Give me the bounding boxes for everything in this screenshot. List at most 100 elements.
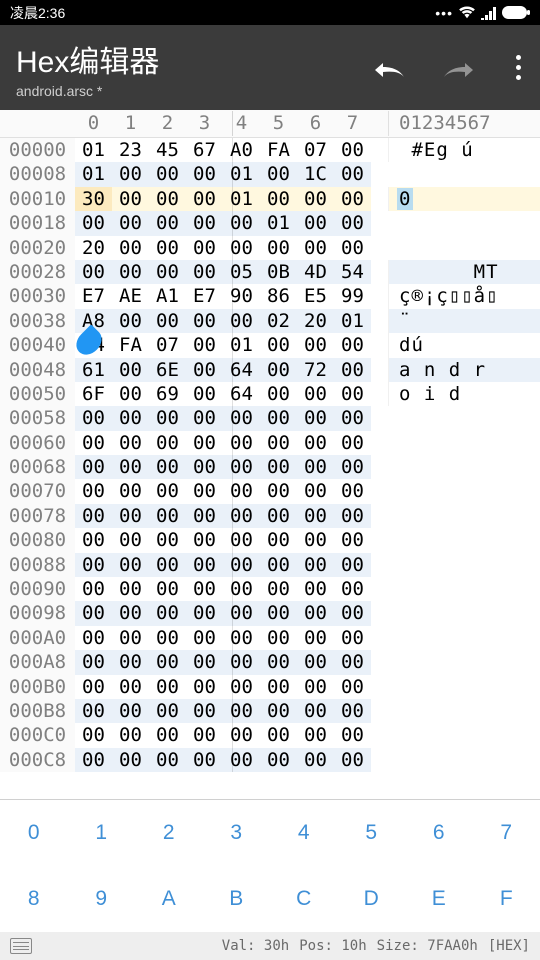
hex-byte[interactable]: 20	[297, 309, 334, 333]
ascii-cell[interactable]: MT	[388, 260, 540, 284]
hex-byte[interactable]: 02	[260, 309, 297, 333]
hex-byte[interactable]: 00	[297, 406, 334, 430]
hex-byte[interactable]: 00	[260, 748, 297, 772]
hex-byte[interactable]: 00	[223, 236, 260, 260]
hex-byte[interactable]: 00	[223, 626, 260, 650]
hex-row[interactable]: 000B80000000000000000	[0, 699, 540, 723]
hex-byte[interactable]: 00	[75, 675, 112, 699]
hex-byte[interactable]: 07	[297, 138, 334, 162]
hex-row[interactable]: 0000001234567A0FA0700 #Eg ú	[0, 138, 540, 162]
hex-byte[interactable]: 00	[297, 455, 334, 479]
hex-byte[interactable]: 00	[75, 553, 112, 577]
hex-row[interactable]: 000900000000000000000	[0, 577, 540, 601]
hex-byte[interactable]: 00	[186, 504, 223, 528]
hex-byte[interactable]: 00	[260, 333, 297, 357]
keypad-key-E[interactable]: E	[405, 866, 473, 932]
hex-byte[interactable]: 00	[334, 601, 371, 625]
hex-byte[interactable]: 00	[334, 358, 371, 382]
hex-byte[interactable]: 00	[186, 406, 223, 430]
hex-byte[interactable]: 00	[297, 577, 334, 601]
hex-row[interactable]: 000600000000000000000	[0, 431, 540, 455]
ascii-cell[interactable]: o i d	[388, 382, 540, 406]
hex-row[interactable]: 000202000000000000000	[0, 236, 540, 260]
hex-byte[interactable]: 00	[75, 528, 112, 552]
hex-row[interactable]: 0001030000000010000000	[0, 187, 540, 211]
hex-byte[interactable]: 00	[75, 479, 112, 503]
hex-byte[interactable]: 00	[149, 479, 186, 503]
hex-byte[interactable]: 00	[75, 748, 112, 772]
hex-byte[interactable]: 00	[112, 406, 149, 430]
hex-byte[interactable]: 00	[297, 187, 334, 211]
hex-byte[interactable]: AE	[112, 284, 149, 308]
hex-byte[interactable]: 00	[186, 211, 223, 235]
hex-byte[interactable]: 00	[334, 504, 371, 528]
keypad-key-F[interactable]: F	[473, 866, 540, 932]
hex-byte[interactable]: 00	[186, 333, 223, 357]
undo-button[interactable]	[372, 50, 408, 86]
hex-byte[interactable]: 00	[297, 626, 334, 650]
hex-byte[interactable]: 00	[223, 577, 260, 601]
hex-byte[interactable]: 64	[223, 382, 260, 406]
hex-byte[interactable]: 00	[112, 236, 149, 260]
hex-byte[interactable]: 20	[75, 236, 112, 260]
hex-byte[interactable]: 61	[75, 358, 112, 382]
hex-byte[interactable]: 00	[223, 309, 260, 333]
hex-byte[interactable]: 00	[260, 479, 297, 503]
hex-byte[interactable]: 00	[186, 675, 223, 699]
hex-byte[interactable]: 00	[75, 650, 112, 674]
keypad-key-C[interactable]: C	[270, 866, 338, 932]
keypad-key-0[interactable]: 0	[0, 800, 68, 866]
hex-byte[interactable]: 00	[297, 675, 334, 699]
hex-byte[interactable]: 00	[75, 406, 112, 430]
hex-byte[interactable]: 00	[260, 504, 297, 528]
hex-byte[interactable]: 00	[223, 675, 260, 699]
hex-row[interactable]: 000506F00690064000000o i d	[0, 382, 540, 406]
hex-byte[interactable]: 00	[223, 479, 260, 503]
hex-byte[interactable]: 00	[149, 504, 186, 528]
hex-byte[interactable]: 00	[75, 260, 112, 284]
hex-byte[interactable]: 00	[112, 577, 149, 601]
hex-row[interactable]: 000800000000000000000	[0, 528, 540, 552]
hex-byte[interactable]: 00	[112, 748, 149, 772]
hex-byte[interactable]: 00	[223, 406, 260, 430]
hex-byte[interactable]: 00	[260, 528, 297, 552]
hex-byte[interactable]: 00	[149, 650, 186, 674]
hex-byte[interactable]: 0B	[260, 260, 297, 284]
hex-byte[interactable]: 00	[186, 358, 223, 382]
keypad-key-1[interactable]: 1	[68, 800, 136, 866]
hex-byte[interactable]: 45	[149, 138, 186, 162]
hex-byte[interactable]: 00	[297, 748, 334, 772]
hex-row[interactable]: 000680000000000000000	[0, 455, 540, 479]
hex-byte[interactable]: 00	[112, 601, 149, 625]
hex-byte[interactable]: 23	[112, 138, 149, 162]
hex-byte[interactable]: 00	[149, 455, 186, 479]
keypad-key-7[interactable]: 7	[473, 800, 540, 866]
hex-byte[interactable]: 00	[297, 601, 334, 625]
hex-byte[interactable]: 00	[186, 601, 223, 625]
hex-byte[interactable]: 00	[260, 626, 297, 650]
hex-byte[interactable]: 00	[112, 553, 149, 577]
hex-byte[interactable]: 00	[186, 187, 223, 211]
hex-byte[interactable]: 69	[149, 382, 186, 406]
hex-byte[interactable]: 86	[260, 284, 297, 308]
hex-byte[interactable]: 00	[112, 187, 149, 211]
hex-byte[interactable]: 00	[297, 553, 334, 577]
hex-byte[interactable]: 00	[112, 723, 149, 747]
hex-byte[interactable]: 30	[75, 187, 112, 211]
keypad-key-5[interactable]: 5	[338, 800, 406, 866]
hex-byte[interactable]: 00	[149, 406, 186, 430]
hex-byte[interactable]: E7	[75, 284, 112, 308]
hex-byte[interactable]: 00	[223, 211, 260, 235]
hex-byte[interactable]: 00	[223, 455, 260, 479]
hex-byte[interactable]: 1C	[297, 162, 334, 186]
hex-byte[interactable]: 00	[112, 455, 149, 479]
hex-row[interactable]: 000180000000000010000	[0, 211, 540, 235]
hex-byte[interactable]: 00	[260, 455, 297, 479]
hex-byte[interactable]: A1	[149, 284, 186, 308]
hex-byte[interactable]: 00	[297, 528, 334, 552]
hex-byte[interactable]: 00	[149, 553, 186, 577]
hex-byte[interactable]: 00	[297, 699, 334, 723]
hex-byte[interactable]: E5	[297, 284, 334, 308]
hex-byte[interactable]: 00	[112, 162, 149, 186]
hex-row[interactable]: 000780000000000000000	[0, 504, 540, 528]
